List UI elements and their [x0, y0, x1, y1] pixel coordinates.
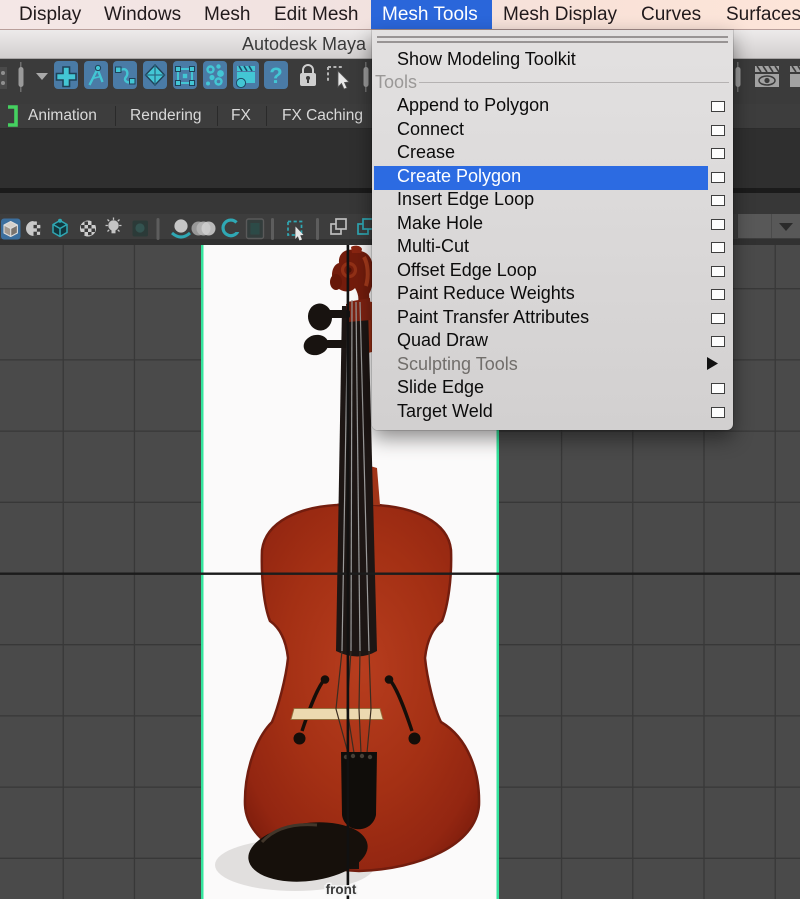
svg-text:front: front — [326, 882, 357, 897]
svg-text:?: ? — [269, 63, 282, 88]
